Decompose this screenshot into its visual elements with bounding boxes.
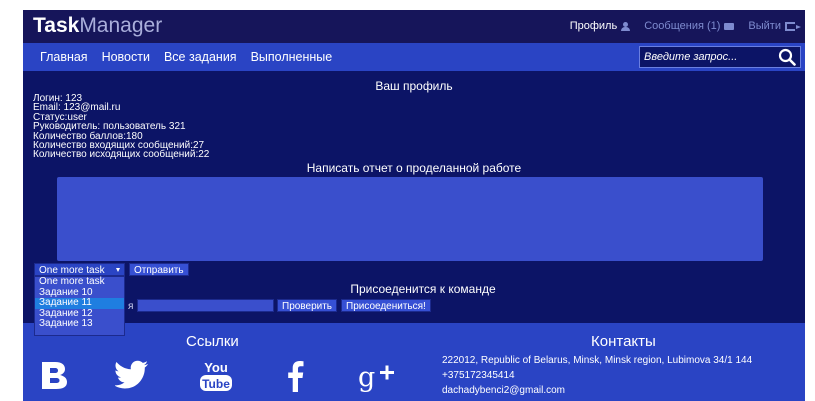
join-button[interactable]: Присоедениться! — [341, 299, 431, 312]
svg-text:g: g — [358, 362, 375, 392]
google-plus-icon[interactable]: g — [358, 360, 396, 397]
links-title: Ссылки — [186, 333, 239, 350]
messages-label: Сообщения (1) — [644, 20, 721, 32]
top-links: Профиль Сообщения (1) Выйти — [570, 20, 801, 32]
footer: Ссылки Контакты You Tube g 222012, Repub… — [23, 323, 805, 401]
mail-icon — [724, 22, 735, 30]
exit-icon — [785, 21, 801, 31]
report-title: Написать отчет о проделанной работе — [306, 161, 522, 175]
youtube-icon[interactable]: You Tube — [199, 360, 233, 397]
check-button[interactable]: Проверить — [277, 299, 338, 312]
profile-link[interactable]: Профиль — [570, 20, 631, 32]
task-select-value: One more task — [39, 265, 105, 276]
nav-item-home[interactable]: Главная — [40, 50, 88, 64]
profile-info: Логин: 123 Email: 123@mail.ru Статус:use… — [33, 93, 210, 161]
contacts-block: 222012, Republic of Belarus, Minsk, Mins… — [442, 353, 752, 398]
nav-item-completed[interactable]: Выполненные — [251, 50, 333, 64]
app-frame: TaskManager Профиль Сообщения (1) Выйти … — [23, 10, 805, 401]
youtube-you-text: You — [204, 360, 228, 375]
main-nav: Главная Новости Все задания Выполненные — [40, 50, 332, 64]
nav-item-all-tasks[interactable]: Все задания — [164, 50, 237, 64]
logo[interactable]: TaskManager — [33, 14, 162, 38]
profile-outbox-count: Количество исходящих сообщений:22 — [33, 149, 210, 161]
search-icon — [778, 48, 796, 66]
profile-title: Ваш профиль — [375, 79, 453, 93]
search-box — [639, 46, 801, 68]
search-input[interactable] — [644, 49, 764, 65]
task-dropdown-list: One more task Задание 10 Задание 11 Зада… — [34, 276, 125, 336]
team-input[interactable] — [137, 299, 274, 312]
contact-email[interactable]: dachadybenci2@gmail.com — [442, 383, 752, 398]
task-option-highlighted[interactable]: Задание 11 — [35, 297, 124, 309]
user-icon — [621, 21, 631, 31]
join-team-title: Присоеденится к команде — [350, 282, 496, 296]
youtube-tube-text: Tube — [202, 377, 230, 391]
send-button[interactable]: Отправить — [129, 263, 189, 276]
logo-task: Task — [33, 14, 80, 37]
profile-label: Профиль — [569, 20, 618, 32]
nav-item-news[interactable]: Новости — [102, 50, 150, 64]
report-textarea[interactable] — [57, 177, 763, 261]
twitter-icon[interactable] — [114, 360, 149, 395]
contact-phone: +375172345414 — [442, 370, 515, 381]
team-label-fragment: я — [128, 301, 134, 312]
contact-address: 222012, Republic of Belarus, Minsk, Mins… — [442, 355, 753, 366]
facebook-icon[interactable] — [285, 360, 305, 397]
task-option[interactable]: Задание 13 — [35, 318, 124, 330]
top-bar: TaskManager Профиль Сообщения (1) Выйти — [23, 10, 805, 43]
logo-manager: Manager — [79, 14, 163, 37]
search-button[interactable] — [778, 48, 796, 66]
chevron-down-icon — [116, 268, 120, 272]
logout-label: Выйти — [748, 20, 781, 32]
contacts-title: Контакты — [591, 333, 656, 350]
messages-link[interactable]: Сообщения (1) — [644, 20, 735, 32]
logout-link[interactable]: Выйти — [748, 20, 801, 32]
nav-bar: Главная Новости Все задания Выполненные — [23, 43, 805, 71]
task-option[interactable]: One more task — [35, 276, 124, 288]
vk-icon[interactable] — [39, 360, 71, 395]
task-select[interactable]: One more task — [34, 263, 125, 276]
